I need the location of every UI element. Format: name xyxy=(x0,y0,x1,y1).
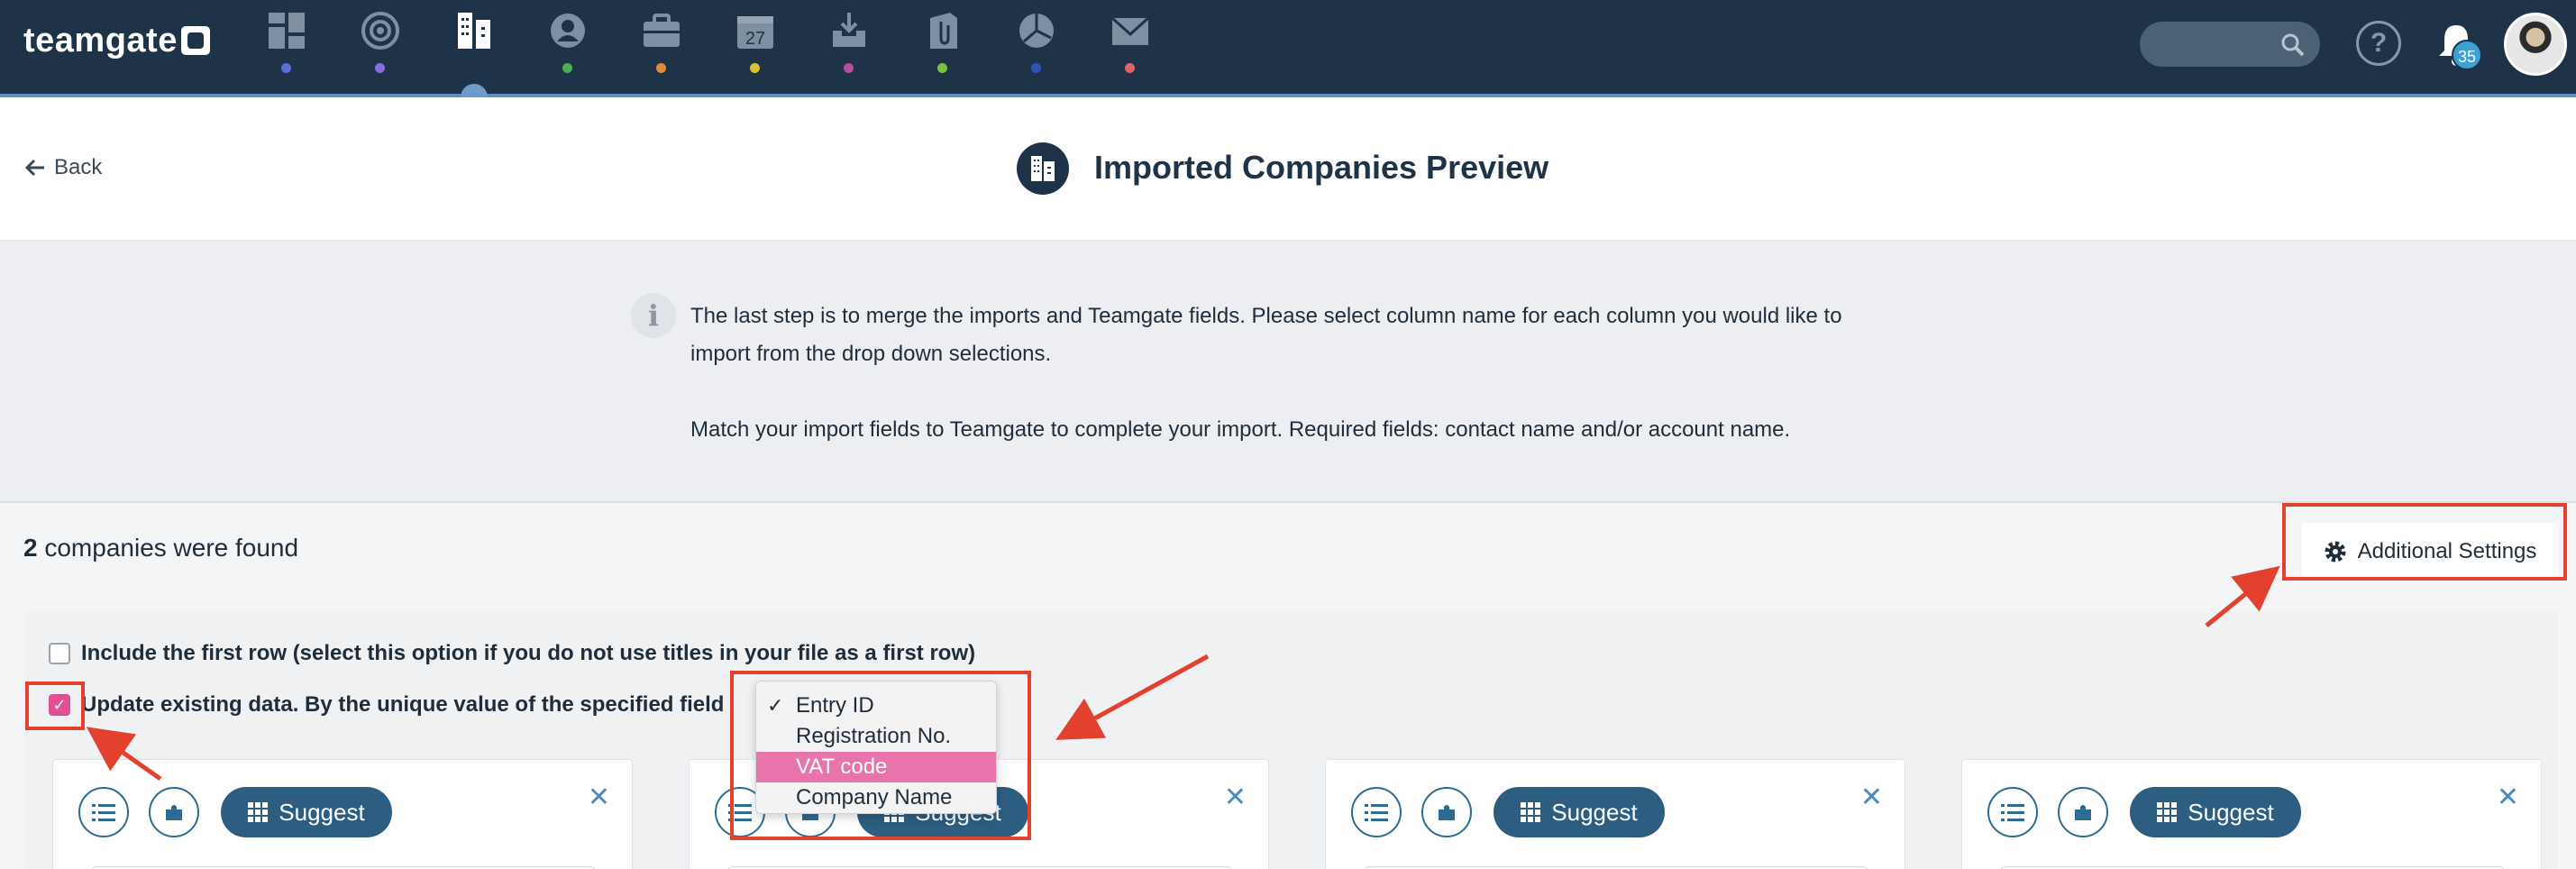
back-label: Back xyxy=(54,155,103,179)
mail-icon[interactable] xyxy=(1109,9,1152,52)
puzzle-icon xyxy=(1439,805,1455,820)
nav-dot xyxy=(750,63,760,73)
list-icon xyxy=(92,804,115,821)
list-icon xyxy=(1365,804,1388,821)
suggest-label: Suggest xyxy=(279,798,365,826)
files-icon[interactable] xyxy=(921,9,964,52)
grid-icon xyxy=(2157,802,2178,822)
companies-icon[interactable] xyxy=(452,9,496,52)
list-view-button[interactable] xyxy=(1987,787,2038,837)
svg-text:27: 27 xyxy=(745,29,765,49)
grid-icon xyxy=(1521,802,1541,822)
companies-icon xyxy=(1017,142,1069,195)
suggest-label: Suggest xyxy=(1551,798,1638,826)
user-avatar[interactable] xyxy=(2504,13,2567,76)
search-icon xyxy=(2281,33,2305,57)
list-icon xyxy=(2001,804,2024,821)
nav-dot xyxy=(656,63,666,73)
search-input[interactable] xyxy=(2140,22,2320,67)
suggest-button[interactable]: Suggest xyxy=(2130,787,2301,837)
calendar-icon[interactable]: 27 xyxy=(734,9,777,52)
page-header: Back Imported Companies Preview xyxy=(0,97,2576,242)
help-icon[interactable]: ? xyxy=(2356,21,2401,66)
include-first-row-checkbox[interactable] xyxy=(49,643,70,664)
column-mapping-card: Suggest ✕ xyxy=(1961,759,2542,869)
suggest-button[interactable]: Suggest xyxy=(1494,787,1665,837)
suggest-label: Suggest xyxy=(2188,798,2274,826)
found-text: companies were found xyxy=(37,534,299,562)
column-mapping-card: Suggest ✕ xyxy=(52,759,633,869)
nav-dot xyxy=(562,63,572,73)
suggest-button[interactable]: Suggest xyxy=(221,787,392,837)
close-icon[interactable]: ✕ xyxy=(1860,782,1883,813)
nav-dot xyxy=(281,63,291,73)
contacts-icon[interactable] xyxy=(546,9,589,52)
list-view-button[interactable] xyxy=(1351,787,1402,837)
logo-badge-icon xyxy=(180,26,210,55)
nav-dot xyxy=(1031,63,1041,73)
update-existing-label: Update existing data. By the unique valu… xyxy=(81,692,725,717)
grid-icon xyxy=(248,802,269,822)
custom-field-button[interactable] xyxy=(1421,787,1472,837)
update-existing-option: ✓ Update existing data. By the unique va… xyxy=(49,692,724,718)
annotation-box-dropdown xyxy=(730,671,1031,840)
include-first-row-option: Include the first row (select this optio… xyxy=(49,641,975,666)
target-icon[interactable] xyxy=(359,9,402,52)
puzzle-icon xyxy=(166,805,182,820)
include-first-row-label: Include the first row (select this optio… xyxy=(81,641,976,665)
info-paragraph: The last step is to merge the imports an… xyxy=(690,304,1842,366)
nav-dot xyxy=(375,63,385,73)
column-mapping-card: Suggest ✕ xyxy=(1325,759,1905,869)
found-count: 2 xyxy=(23,534,38,562)
annotation-box-settings xyxy=(2282,503,2567,581)
list-view-button[interactable] xyxy=(78,787,129,837)
top-nav: teamgate 27 ? 35 xyxy=(0,0,2576,94)
page-title: Imported Companies Preview xyxy=(1094,149,1549,186)
deals-icon[interactable] xyxy=(640,9,683,52)
close-icon[interactable]: ✕ xyxy=(1224,782,1247,813)
puzzle-icon xyxy=(2075,805,2091,820)
info-paragraph: Match your import fields to Teamgate to … xyxy=(690,417,1791,442)
custom-field-button[interactable] xyxy=(149,787,199,837)
notification-count-badge: 35 xyxy=(2452,40,2482,70)
annotation-box-checkbox xyxy=(25,681,85,730)
info-text: The last step is to merge the imports an… xyxy=(690,297,1880,449)
nav-dot xyxy=(1125,63,1135,73)
info-panel: i The last step is to merge the imports … xyxy=(0,242,2576,503)
custom-field-button[interactable] xyxy=(2058,787,2108,837)
close-icon[interactable]: ✕ xyxy=(588,782,610,813)
back-link[interactable]: Back xyxy=(25,155,102,180)
close-icon[interactable]: ✕ xyxy=(2497,782,2519,813)
info-icon: i xyxy=(631,293,676,338)
leads-icon[interactable] xyxy=(827,9,871,52)
nav-dot xyxy=(937,63,947,73)
reports-icon[interactable] xyxy=(1015,9,1058,52)
nav-dot xyxy=(844,63,854,73)
teamgate-logo[interactable]: teamgate xyxy=(23,22,210,60)
found-summary: 2 companies were found xyxy=(23,534,298,563)
arrow-left-icon xyxy=(25,159,44,177)
dashboard-icon[interactable] xyxy=(265,9,308,52)
